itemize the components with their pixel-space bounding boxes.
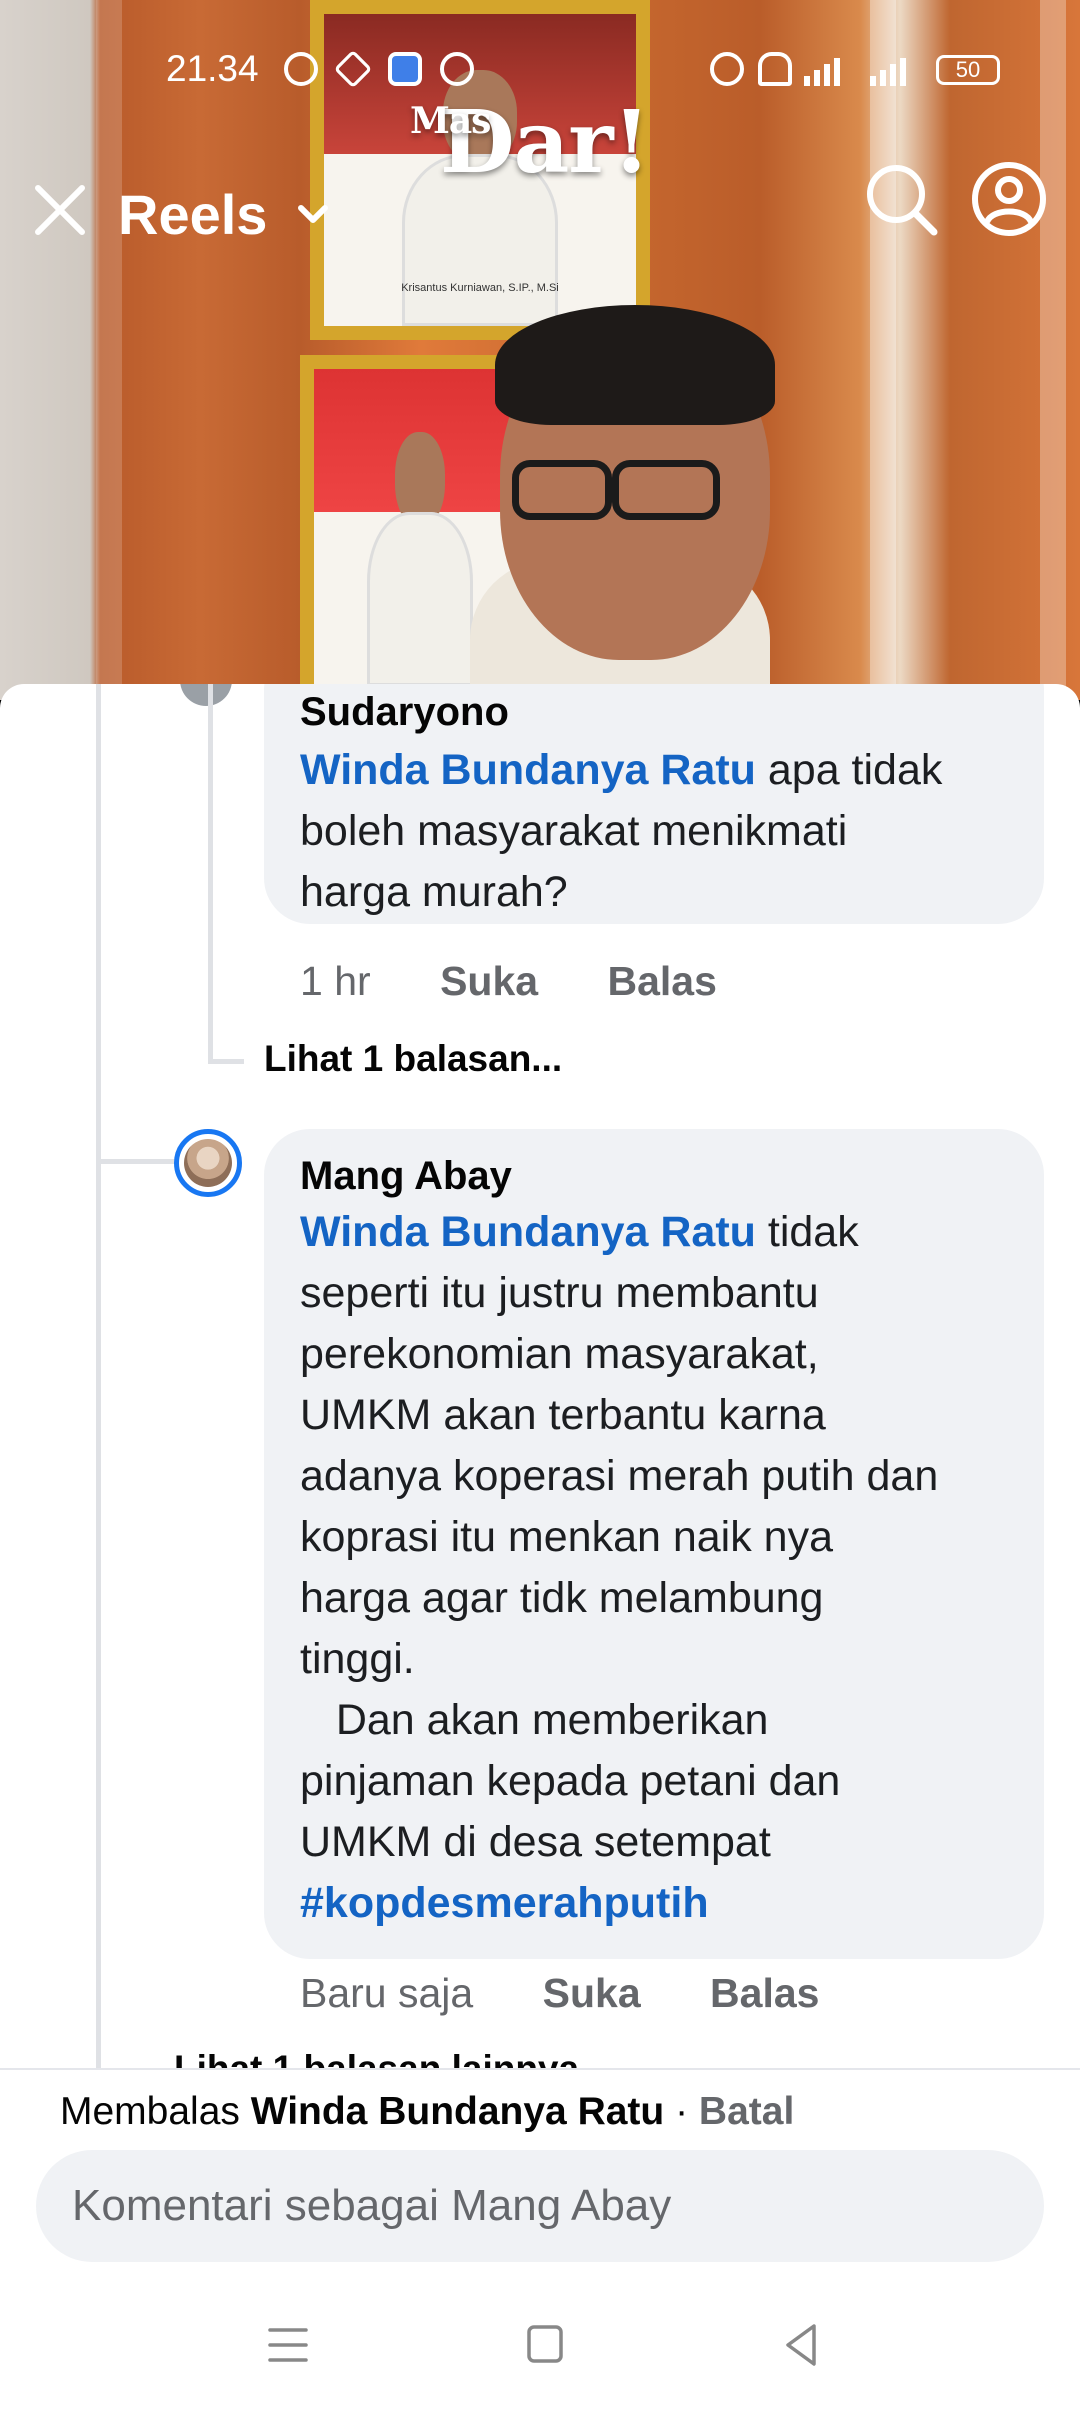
comment-actions: 1 hr Suka Balas xyxy=(300,958,775,1005)
avatar[interactable] xyxy=(174,1129,242,1197)
thread-line xyxy=(96,684,101,2084)
signal-icon xyxy=(804,52,840,86)
view-replies-link[interactable]: Lihat 1 balasan... xyxy=(264,1038,562,1080)
comment-actions: Baru saja Suka Balas xyxy=(300,1970,877,2017)
hashtag-link[interactable]: #kopdesmerahputih xyxy=(300,1879,709,1927)
app-notification-icon xyxy=(388,52,422,86)
reply-composer: Membalas Winda Bundanya Ratu · Batal xyxy=(0,2068,1080,2282)
reply-button[interactable]: Balas xyxy=(607,958,716,1004)
alarm-icon xyxy=(710,52,744,86)
glasses-lens-left xyxy=(512,460,612,520)
thread-line xyxy=(96,1159,176,1164)
app-notification-icon xyxy=(333,49,373,89)
comment-author[interactable]: Mang Abay xyxy=(300,1154,512,1199)
chrome-icon xyxy=(440,52,474,86)
comment-text: Winda Bundanya Ratu tidak seperti itu ju… xyxy=(300,1208,939,1927)
glasses-lens-right xyxy=(612,460,720,520)
close-icon[interactable] xyxy=(30,180,90,240)
chevron-down-icon[interactable] xyxy=(293,194,333,234)
back-icon[interactable] xyxy=(762,2310,842,2380)
home-icon[interactable] xyxy=(505,2310,585,2380)
search-icon[interactable] xyxy=(862,160,940,238)
like-button[interactable]: Suka xyxy=(440,958,538,1004)
whatsapp-icon xyxy=(284,52,318,86)
comments-sheet[interactable]: Sudaryono Winda Bundanya Ratu apa tidak … xyxy=(0,684,1080,2280)
comment-author[interactable]: Sudaryono xyxy=(300,690,509,735)
mute-icon xyxy=(758,52,792,86)
reels-header: Reels xyxy=(0,160,1080,260)
signal-4g-icon xyxy=(870,52,906,86)
system-nav-bar xyxy=(0,2282,1080,2412)
menu-icon[interactable] xyxy=(248,2310,328,2380)
comment-input[interactable] xyxy=(36,2150,1044,2262)
mention-link[interactable]: Winda Bundanya Ratu xyxy=(300,1208,756,1256)
profile-icon[interactable] xyxy=(970,160,1048,238)
like-button[interactable]: Suka xyxy=(543,1970,641,2016)
comment-time: Baru saja xyxy=(300,1970,474,2016)
battery-icon: 50 xyxy=(936,55,1000,85)
replying-to-label: Membalas Winda Bundanya Ratu · Batal xyxy=(60,2090,795,2133)
status-bar: 21.34 50 xyxy=(0,0,1080,130)
comment-time: 1 hr xyxy=(300,958,371,1004)
avatar xyxy=(180,684,232,706)
cancel-reply-button[interactable]: Batal xyxy=(699,2090,794,2133)
status-time: 21.34 xyxy=(166,48,259,89)
reels-title[interactable]: Reels xyxy=(118,182,267,247)
speaker-hair xyxy=(495,305,775,425)
comment-text: Winda Bundanya Ratu apa tidak boleh masy… xyxy=(300,746,943,916)
reply-target: Winda Bundanya Ratu xyxy=(250,2090,665,2133)
portrait-caption: Krisantus Kurniawan, S.IP., M.Si xyxy=(401,282,559,295)
thread-line xyxy=(208,684,213,1064)
thread-line xyxy=(208,1059,244,1064)
mention-link[interactable]: Winda Bundanya Ratu xyxy=(300,746,756,794)
reply-button[interactable]: Balas xyxy=(710,1970,819,2016)
